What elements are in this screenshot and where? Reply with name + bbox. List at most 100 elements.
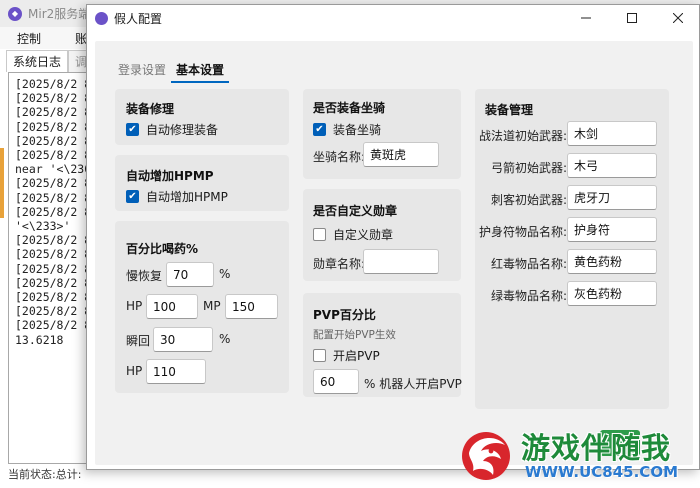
log-line: [2025/8/2 8: xyxy=(15,290,92,305)
watermark-url: WWW.UC845.COM xyxy=(525,463,678,481)
pvp-suffix-label: % 机器人开启PVP xyxy=(364,377,462,391)
pvp-subtitle: 配置开始PVP生效 xyxy=(313,329,396,341)
mount-name-input[interactable]: 黄斑虎 xyxy=(363,142,439,167)
red-poison-label: 红毒物品名称: xyxy=(490,257,567,271)
custom-medal-label: 自定义勋章 xyxy=(333,228,394,242)
warrior-weapon-input[interactable]: 木剑 xyxy=(567,121,657,146)
log-line: [2025/8/2 8: xyxy=(15,105,92,120)
tab-login-settings[interactable]: 登录设置 xyxy=(113,61,171,83)
slow-recover-input[interactable]: 70 xyxy=(166,262,214,287)
maximize-button[interactable] xyxy=(609,5,655,31)
log-line: [2025/8/2 8: xyxy=(15,318,92,333)
green-poison-input[interactable]: 灰色药粉 xyxy=(567,281,657,306)
log-line: near '<\230 xyxy=(15,162,92,177)
side-strip xyxy=(0,148,4,218)
auto-hpmp-label: 自动增加HPMP xyxy=(146,190,228,204)
equip-repair-card: 装备修理 ✔ 自动修理装备 xyxy=(115,89,289,145)
dragon-logo-icon xyxy=(462,432,510,480)
equip-mount-label: 装备坐骑 xyxy=(333,123,382,137)
archer-weapon-label: 弓箭初始武器: xyxy=(490,161,567,175)
equip-mount-checkbox[interactable]: ✔ 装备坐骑 xyxy=(313,121,381,138)
auto-hpmp-title: 自动增加HPMP xyxy=(126,169,214,183)
mount-card: 是否装备坐骑 ✔ 装备坐骑 坐骑名称: 黄斑虎 xyxy=(303,89,461,179)
check-icon: ✔ xyxy=(126,123,139,136)
percent-label: % xyxy=(219,332,231,346)
log-line: '<\233>' xyxy=(15,219,71,234)
close-icon xyxy=(673,13,683,23)
log-line: [2025/8/2 8: xyxy=(15,190,92,205)
server-tabs: 系统日志 调 xyxy=(6,50,95,72)
enable-pvp-label: 开启PVP xyxy=(333,349,380,363)
settings-tabs: 登录设置 基本设置 xyxy=(113,61,230,83)
mp-input[interactable]: 150 xyxy=(225,294,278,319)
potion-card: 百分比喝药% 慢恢复 70 % HP 100 MP 150 瞬回 30 % HP… xyxy=(115,221,289,393)
minimize-button[interactable] xyxy=(563,5,609,31)
hp-label: HP xyxy=(126,299,143,313)
custom-medal-checkbox[interactable]: 自定义勋章 xyxy=(313,226,393,243)
log-line: 13.6218 xyxy=(15,332,64,347)
slow-recover-label: 慢恢复 xyxy=(126,269,163,283)
pvp-percent-input[interactable]: 60 xyxy=(313,369,359,394)
archer-weapon-input[interactable]: 木弓 xyxy=(567,153,657,178)
log-line: [2025/8/2 8: xyxy=(15,176,92,191)
check-icon: ✔ xyxy=(126,190,139,203)
log-line: [2025/8/2 8: xyxy=(15,91,92,106)
green-poison-label: 绿毒物品名称: xyxy=(490,289,567,303)
amulet-input[interactable]: 护身符 xyxy=(567,217,657,242)
mount-title: 是否装备坐骑 xyxy=(313,101,386,115)
assassin-weapon-input[interactable]: 虎牙刀 xyxy=(567,185,657,210)
maximize-icon xyxy=(627,13,637,23)
mp-label: MP xyxy=(203,299,221,313)
dialog-title: 假人配置 xyxy=(114,11,163,26)
warrior-weapon-label: 战法道初始武器: xyxy=(478,129,567,143)
system-log-list[interactable]: [2025/8/2 8: [2025/8/2 8: [2025/8/2 8: [202… xyxy=(8,72,92,464)
auto-hpmp-checkbox[interactable]: ✔ 自动增加HPMP xyxy=(126,188,228,205)
menu-control[interactable]: 控制 xyxy=(0,30,58,47)
watermark-brand: 游戏伴随我 xyxy=(521,431,672,465)
equipment-mgmt-title: 装备管理 xyxy=(485,103,534,117)
hp2-input[interactable]: 110 xyxy=(146,359,206,384)
hp-input[interactable]: 100 xyxy=(146,294,198,319)
tab-system-log[interactable]: 系统日志 xyxy=(6,50,69,72)
log-line: [2025/8/2 8: xyxy=(15,275,92,290)
enable-pvp-checkbox[interactable]: 开启PVP xyxy=(313,347,380,364)
close-button[interactable] xyxy=(655,5,700,31)
medal-name-label: 勋章名称: xyxy=(313,257,366,271)
tab-basic-settings[interactable]: 基本设置 xyxy=(171,61,230,83)
check-icon: ✔ xyxy=(313,123,326,136)
app-icon xyxy=(95,11,108,25)
assassin-weapon-label: 刺客初始武器: xyxy=(490,193,567,207)
log-line: [2025/8/2 8: xyxy=(15,204,92,219)
amulet-label: 护身符物品名称: xyxy=(478,225,567,239)
medal-card: 是否自定义勋章 自定义勋章 勋章名称: xyxy=(303,189,461,281)
hp2-label: HP xyxy=(126,364,143,378)
log-line: [2025/8/2 8: xyxy=(15,261,92,276)
status-text: 当前状态:总计: xyxy=(8,468,82,481)
auto-repair-label: 自动修理装备 xyxy=(146,123,219,137)
server-window-title: Mir2服务端 xyxy=(28,7,91,21)
potion-title: 百分比喝药% xyxy=(126,242,199,256)
mount-name-label: 坐骑名称: xyxy=(313,150,366,164)
equip-repair-title: 装备修理 xyxy=(126,102,175,116)
auto-repair-checkbox[interactable]: ✔ 自动修理装备 xyxy=(126,121,218,138)
equipment-mgmt-card: 装备管理 战法道初始武器: 木剑 弓箭初始武器: 木弓 刺客初始武器: 虎牙刀 … xyxy=(475,89,669,409)
bot-config-dialog: 假人配置 登录设置 基本设置 装备修理 ✔ 自动修理装备 自动增加HPMP ✔ … xyxy=(86,4,700,470)
auto-hpmp-card: 自动增加HPMP ✔ 自动增加HPMP xyxy=(115,155,289,211)
log-line: [2025/8/2 8: xyxy=(15,133,92,148)
instant-input[interactable]: 30 xyxy=(153,327,213,352)
log-line: [2025/8/2 8: xyxy=(15,119,92,134)
log-line: [2025/8/2 8: xyxy=(15,247,92,262)
checkbox-box xyxy=(313,349,326,362)
red-poison-input[interactable]: 黄色药粉 xyxy=(567,249,657,274)
log-line: [2025/8/2 8: xyxy=(15,148,92,163)
percent-label: % xyxy=(219,267,231,281)
dialog-body: 登录设置 基本设置 装备修理 ✔ 自动修理装备 自动增加HPMP ✔ 自动增加H… xyxy=(95,41,693,465)
app-icon: ◆ xyxy=(8,6,22,21)
minimize-icon xyxy=(581,17,591,19)
instant-label: 瞬回 xyxy=(126,334,151,348)
checkbox-box xyxy=(313,228,326,241)
medal-title: 是否自定义勋章 xyxy=(313,204,398,218)
log-line: [2025/8/2 8: xyxy=(15,233,92,248)
log-line: [2025/8/2 8: xyxy=(15,304,92,319)
medal-name-input[interactable] xyxy=(363,249,439,274)
